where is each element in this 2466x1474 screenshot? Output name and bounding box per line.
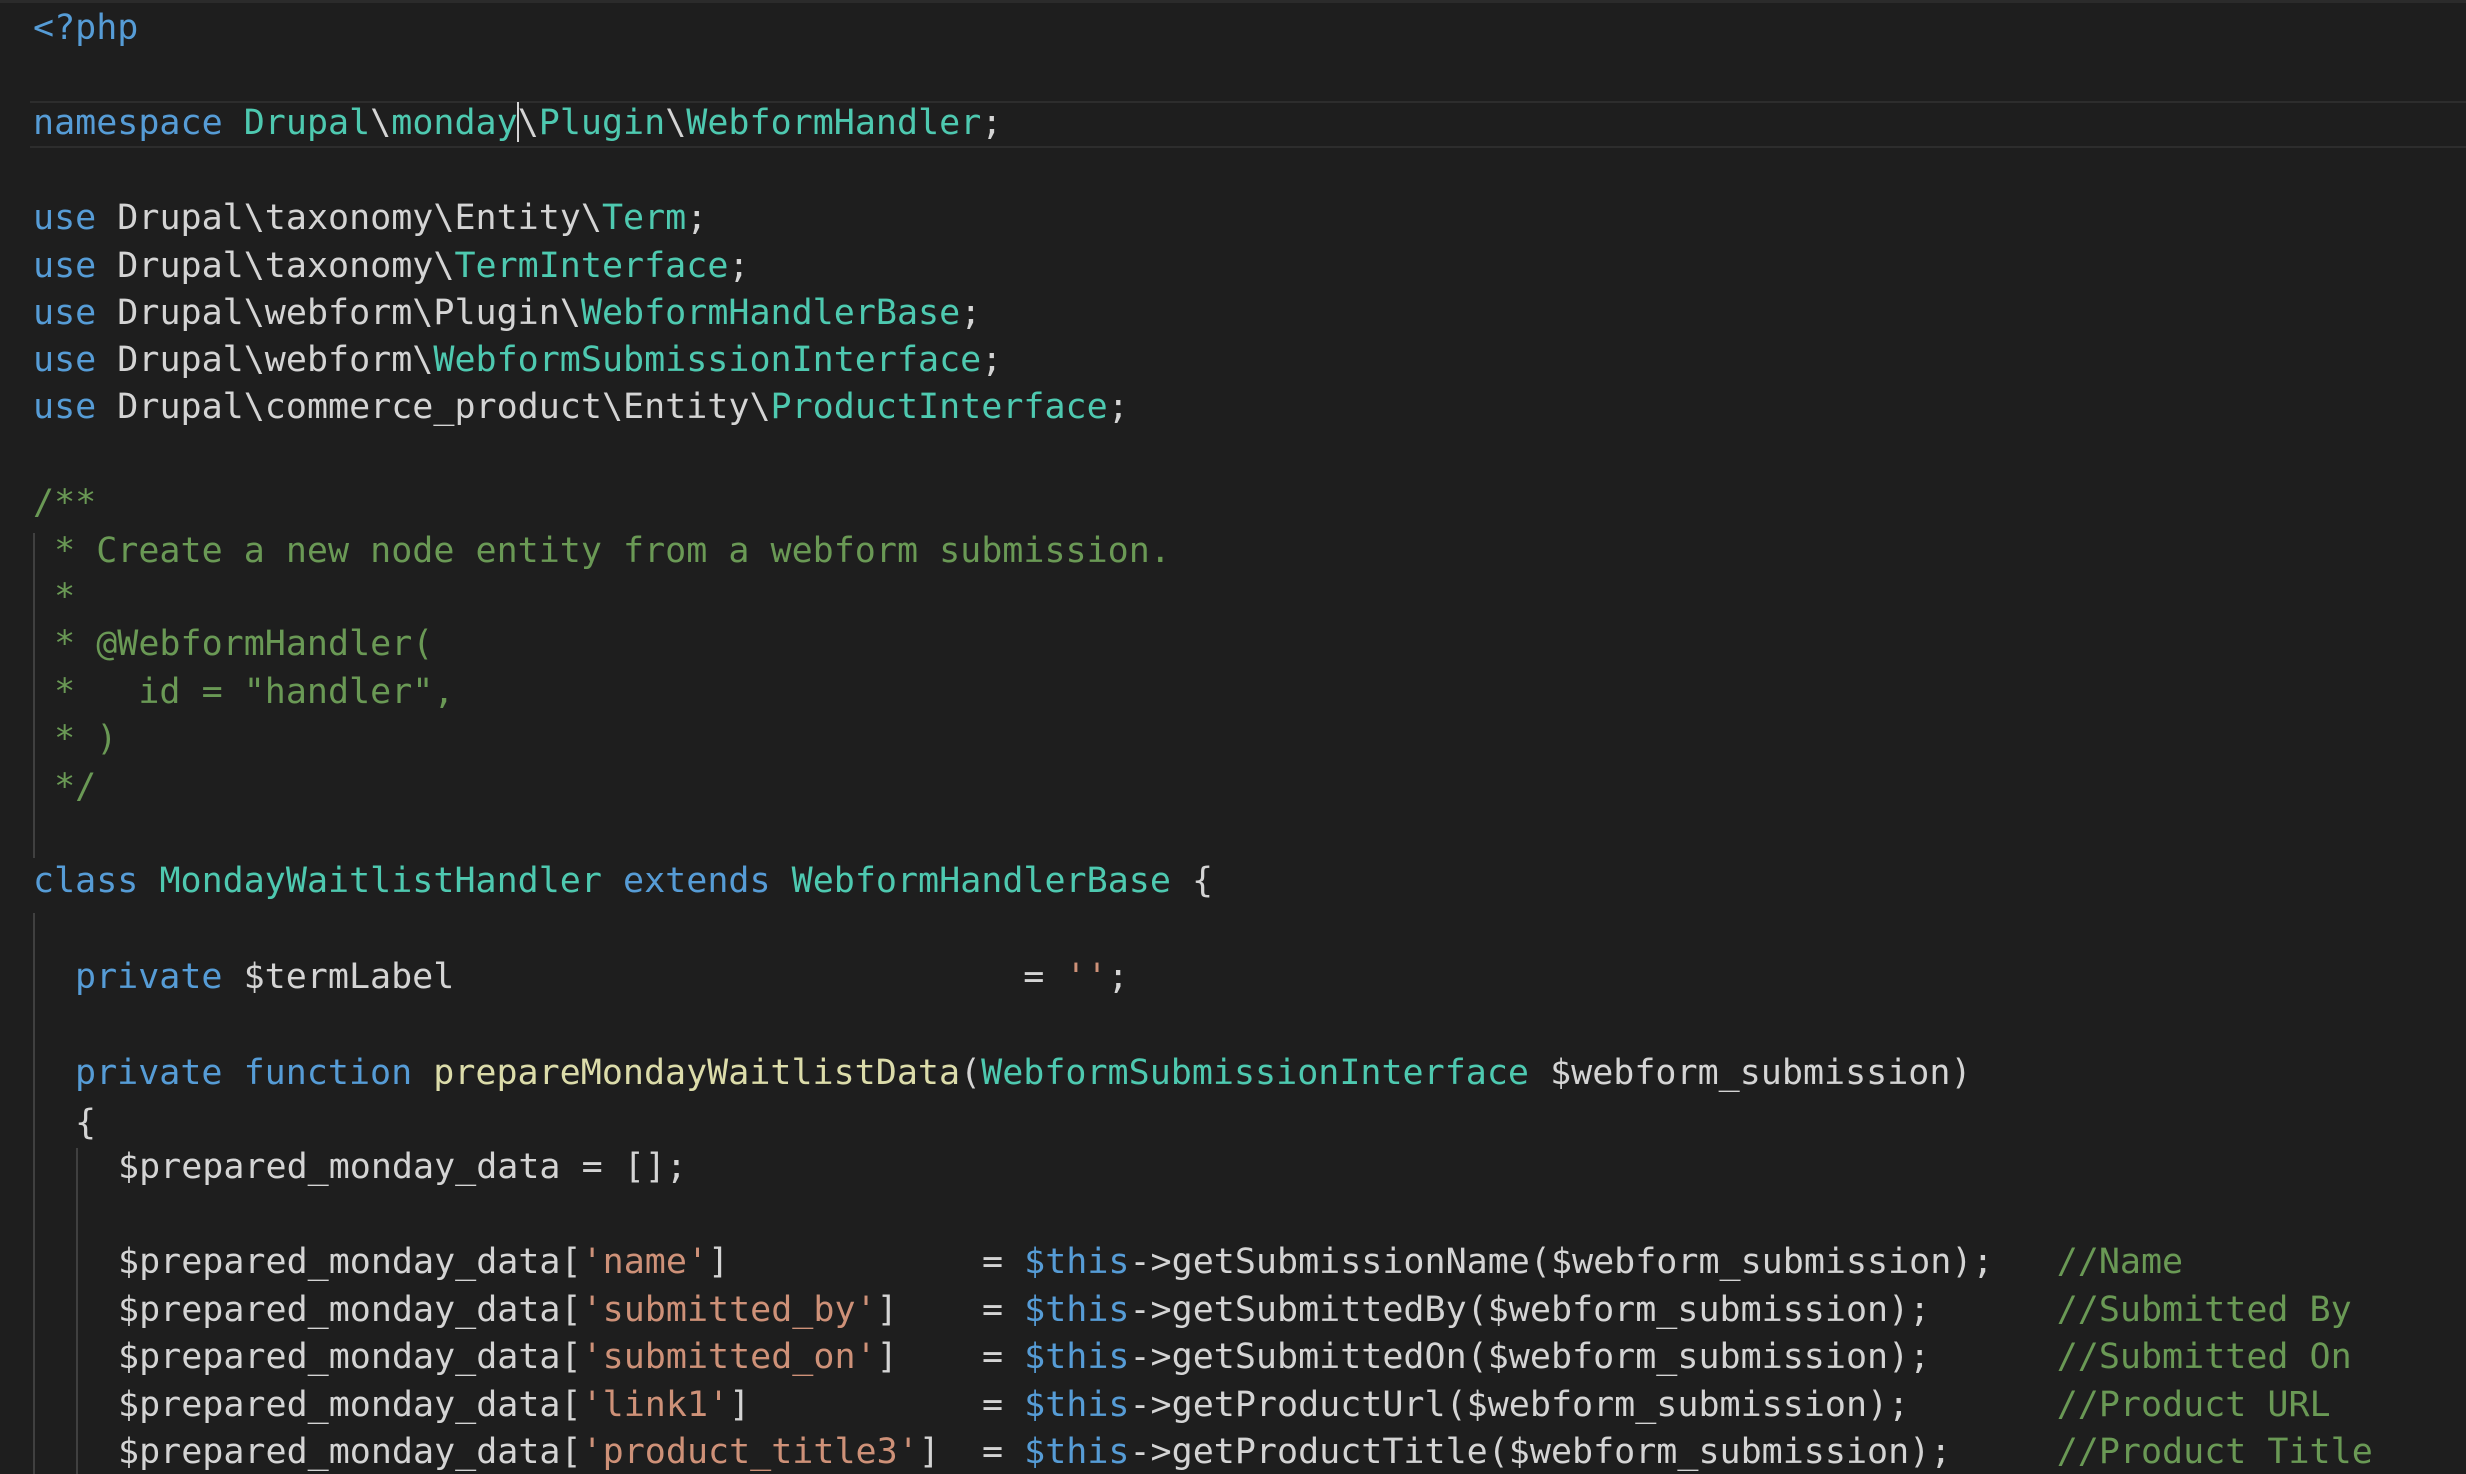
inline-comment: //Submitted By [2056,1290,2352,1330]
doc-comment-line: /** [33,483,97,523]
code-line-use[interactable]: use Drupal\taxonomy\TermInterface; [33,243,749,291]
keyword: private [75,1053,223,1093]
variable: $prepared_monday_data [118,1147,561,1187]
keyword: function [243,1053,413,1093]
namespace-segment: Drupal [243,103,371,143]
doc-comment-line: * ) [33,719,118,759]
doc-comment-line: * @WebformHandler( [33,624,434,664]
indent-guide [76,1148,78,1474]
inline-comment: //Submitted On [2056,1337,2352,1377]
namespace-segment: WebformHandler [686,103,982,143]
array-key: 'submitted_on' [581,1337,877,1377]
class-ref: WebformSubmissionInterface [433,340,982,380]
class-ref: TermInterface [454,246,729,286]
method-call: getSubmittedOn [1171,1337,1467,1377]
method-call: getProductTitle [1171,1432,1488,1472]
method-call: getSubmittedBy [1171,1290,1467,1330]
code-line-use[interactable]: use Drupal\webform\Plugin\WebformHandler… [33,290,981,338]
method-call: getSubmissionName [1171,1242,1530,1282]
code-line[interactable]: <?php [33,5,138,53]
namespace-segment: Plugin [538,103,666,143]
keyword: use [33,340,97,380]
array-key: 'product_title3' [581,1432,919,1472]
code-line-property[interactable]: private $termLabel = ''; [75,954,1129,1002]
doc-comment-line: * Create a new node entity from a webfor… [33,531,1171,571]
inline-comment: //Product Title [2056,1432,2373,1472]
code-line-assignment[interactable]: $prepared_monday_data['link1'] = $this->… [118,1382,2331,1430]
class-name: MondayWaitlistHandler [159,861,602,901]
doc-comment-line: * [33,577,76,617]
keyword: use [33,293,97,333]
keyword: private [75,957,223,997]
php-open-tag: <?php [33,8,139,48]
code-line-use[interactable]: use Drupal\commerce_product\Entity\Produ… [33,384,1129,432]
method-name: prepareMondayWaitlistData [433,1053,961,1093]
array-key: 'name' [581,1242,709,1282]
base-class: WebformHandlerBase [791,861,1171,901]
param-type: WebformSubmissionInterface [981,1053,1529,1093]
code-line-use[interactable]: use Drupal\webform\WebformSubmissionInte… [33,337,1002,385]
keyword: class [33,861,139,901]
doc-comment-line: * id = "handler", [33,672,455,712]
code-line-namespace[interactable]: namespace Drupal\monday\Plugin\WebformHa… [33,100,1002,148]
code-line-assignment[interactable]: $prepared_monday_data['submitted_by'] = … [118,1287,2352,1335]
inline-comment: //Product URL [2056,1385,2331,1425]
param-var: $webform_submission [1550,1053,1951,1093]
keyword: namespace [33,103,223,143]
code-line-brace[interactable]: { [75,1100,96,1148]
method-call: getProductUrl [1171,1385,1446,1425]
code-line-assignment[interactable]: $prepared_monday_data['name'] = $this->g… [118,1239,2183,1287]
keyword: use [33,387,97,427]
array-key: 'link1' [581,1385,730,1425]
property-name: $termLabel [243,957,455,997]
keyword: use [33,246,97,286]
code-line-use[interactable]: use Drupal\taxonomy\Entity\Term; [33,195,707,243]
class-ref: ProductInterface [770,387,1108,427]
keyword: extends [623,861,771,901]
class-ref: Term [601,198,687,238]
code-line-function[interactable]: private function prepareMondayWaitlistDa… [75,1050,1972,1098]
code-line-assignment[interactable]: $prepared_monday_data['submitted_on'] = … [118,1334,2352,1382]
keyword: use [33,198,97,238]
indent-guide [33,913,35,1474]
code-line-assignment[interactable]: $prepared_monday_data['product_title3'] … [118,1429,2373,1474]
class-ref: WebformHandlerBase [580,293,961,333]
doc-comment-line: */ [33,767,97,807]
code-line-class[interactable]: class MondayWaitlistHandler extends Webf… [33,858,1213,906]
code-line-init[interactable]: $prepared_monday_data = []; [118,1144,687,1192]
inline-comment: //Name [2056,1242,2184,1282]
string-literal: '' [1065,957,1108,997]
namespace-segment: monday [391,103,518,143]
code-editor[interactable]: <?php namespace Drupal\monday\Plugin\Web… [0,0,2466,1474]
array-key: 'submitted_by' [581,1290,877,1330]
